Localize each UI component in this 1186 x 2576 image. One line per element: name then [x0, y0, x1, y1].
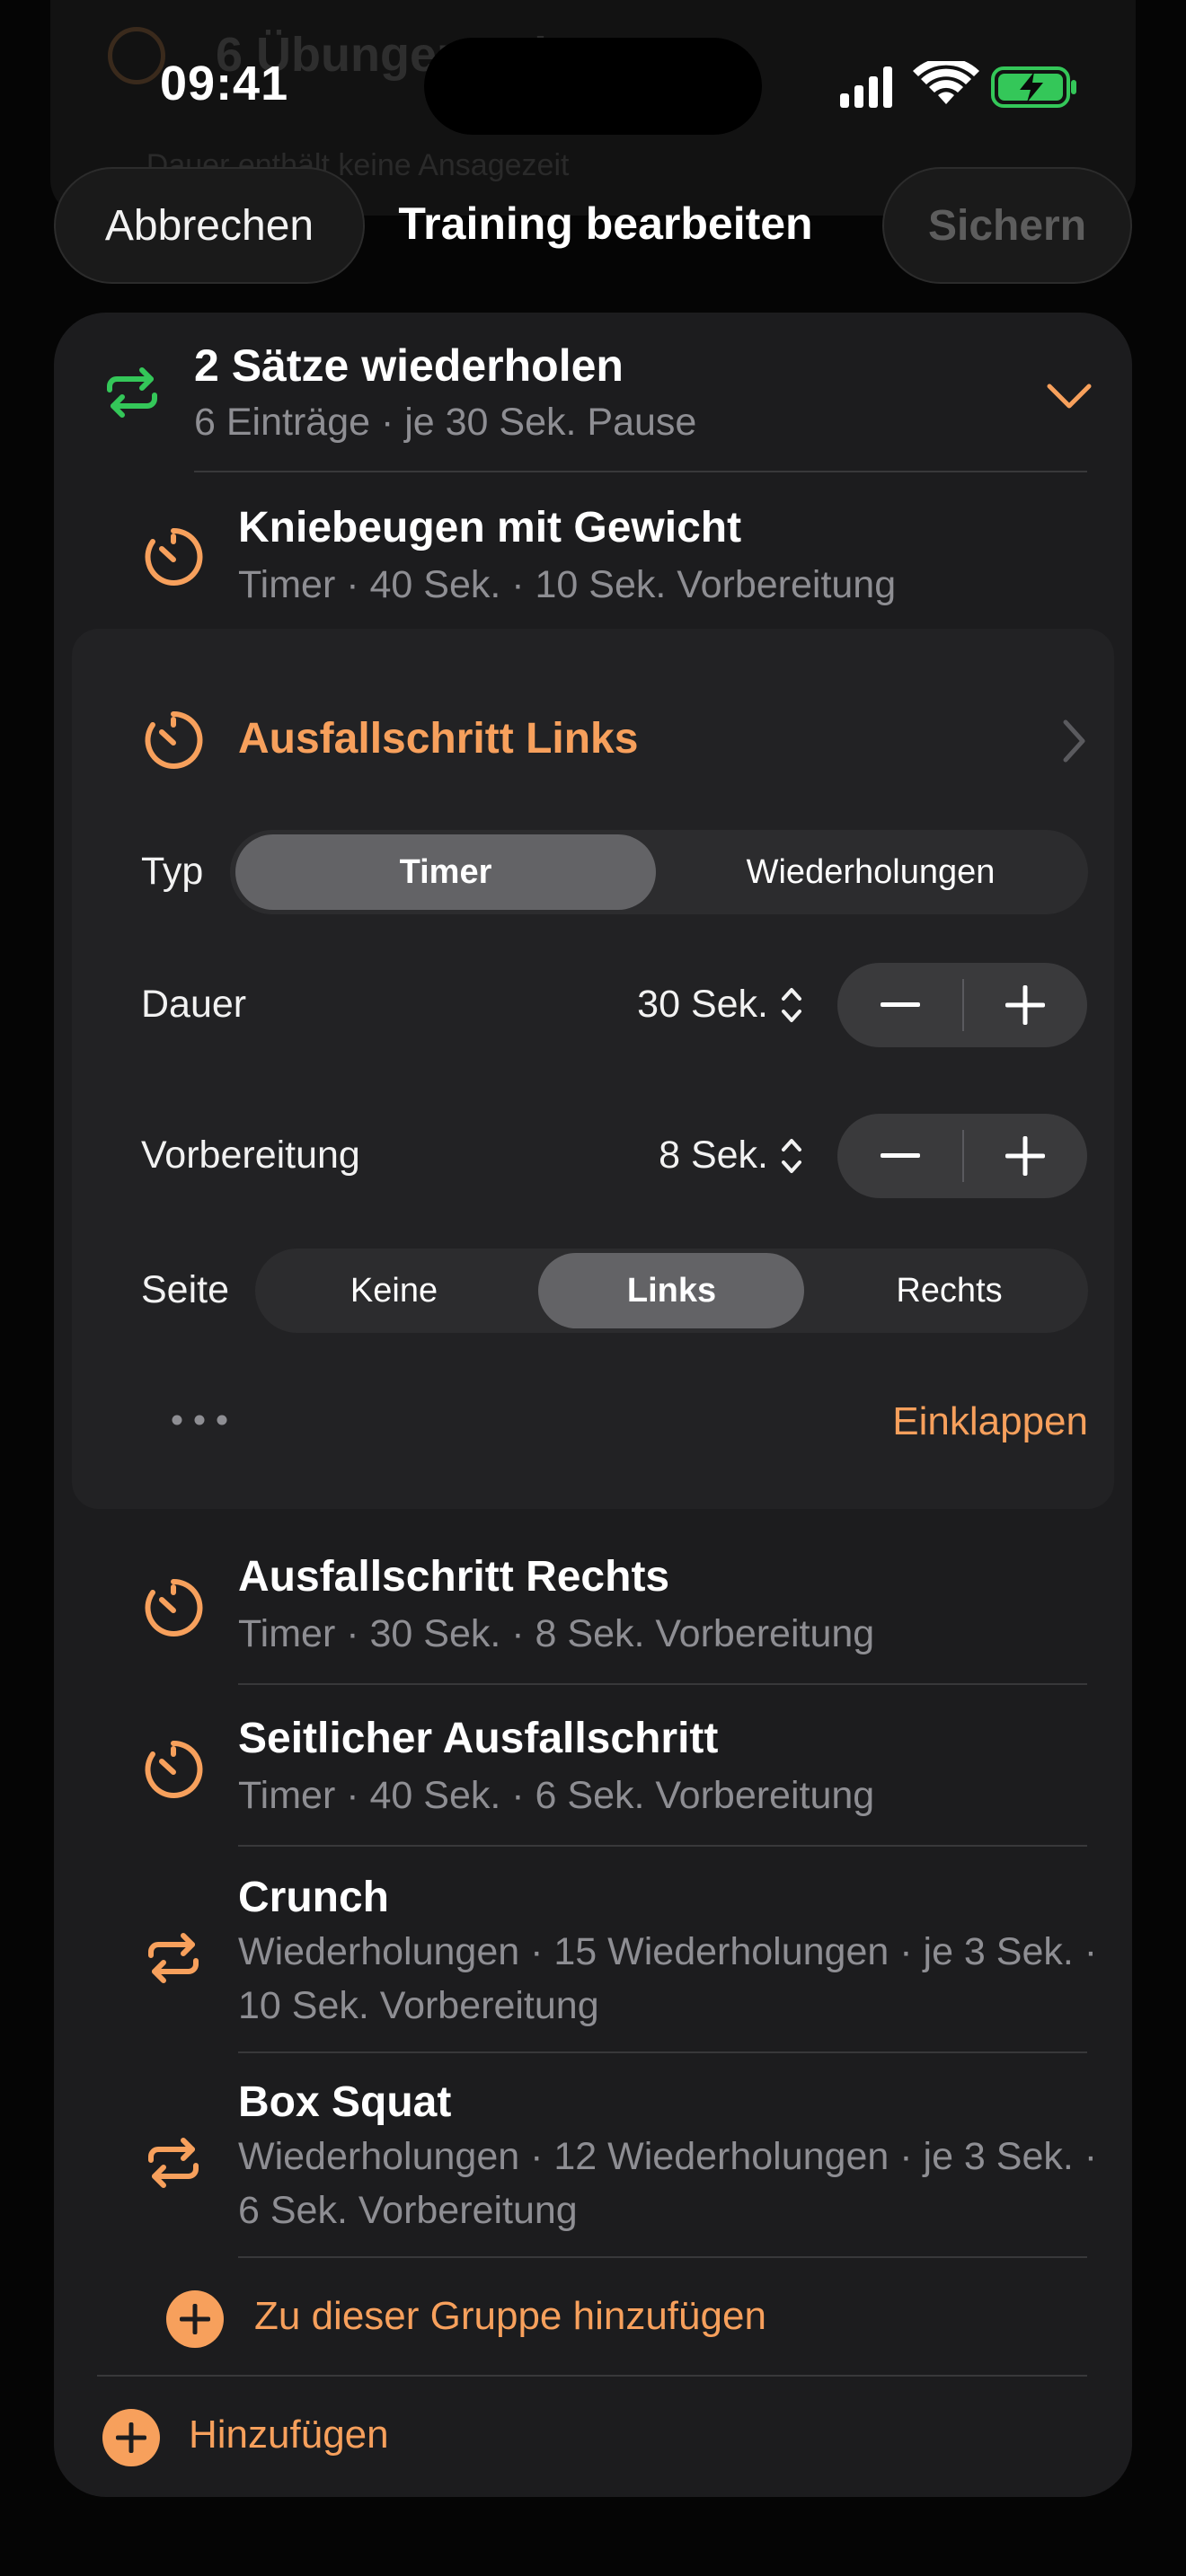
status-icons: [840, 61, 1076, 108]
exercise-title: Kniebeugen mit Gewicht: [238, 504, 742, 551]
signal-icon: [840, 66, 892, 108]
divider: [238, 1683, 1087, 1685]
exercise-row[interactable]: Kniebeugen mit Gewicht Timer · 40 Sek. ·…: [135, 490, 1087, 624]
exercise-title: Box Squat: [238, 2078, 452, 2126]
repeat-icon: [148, 2138, 199, 2188]
divider: [238, 2051, 1087, 2053]
plus-circle-icon: [102, 2409, 160, 2466]
prep-value[interactable]: 8 Sek.: [557, 1134, 768, 1178]
exercise-row[interactable]: Seitlicher Ausfallschritt Timer · 40 Sek…: [135, 1702, 1087, 1846]
minus-icon: [880, 1002, 920, 1007]
timer-icon: [145, 710, 203, 769]
group-subtitle: 6 Einträge · je 30 Sek. Pause: [194, 401, 697, 444]
wifi-icon: [913, 61, 979, 104]
exercise-subtitle: Wiederholungen · 12 Wiederholungen · je …: [238, 2135, 1098, 2232]
plus-button[interactable]: [962, 1114, 1087, 1198]
exercise-title: Seitlicher Ausfallschritt: [238, 1715, 719, 1762]
add-to-group-button[interactable]: Zu dieser Gruppe hinzufügen: [166, 2289, 1083, 2351]
exercise-row[interactable]: Box Squat Wiederholungen · 12 Wiederholu…: [135, 2069, 1097, 2257]
divider: [97, 2375, 1087, 2377]
repeat-icon: [148, 1933, 199, 1983]
type-option-repetitions[interactable]: Wiederholungen: [659, 830, 1082, 914]
battery-icon: [991, 66, 1076, 108]
chevron-down-icon[interactable]: [1046, 381, 1093, 411]
type-segmented-control: Timer Wiederholungen: [230, 830, 1088, 914]
duration-label: Dauer: [141, 983, 247, 1026]
repeat-icon: [107, 367, 157, 418]
more-icon[interactable]: [171, 1414, 228, 1426]
exercise-subtitle: Timer · 40 Sek. · 6 Sek. Vorbereitung: [238, 1774, 875, 1817]
group-title: 2 Sätze wiederholen: [194, 340, 624, 391]
timer-icon: [145, 1578, 203, 1636]
minus-button[interactable]: [837, 963, 962, 1047]
divider: [194, 471, 1087, 472]
timer-icon: [145, 527, 203, 586]
chevron-updown-icon[interactable]: [780, 1135, 803, 1177]
prep-label: Vorbereitung: [141, 1134, 360, 1177]
type-label: Typ: [141, 850, 204, 893]
status-time: 09:41: [160, 57, 289, 110]
side-label: Seite: [141, 1268, 230, 1311]
duration-stepper: [837, 963, 1087, 1047]
exercise-title: Ausfallschritt Rechts: [238, 1553, 670, 1601]
exercise-subtitle: Timer · 40 Sek. · 10 Sek. Vorbereitung: [238, 563, 897, 606]
editor-title[interactable]: Ausfallschritt Links: [238, 714, 638, 763]
timer-icon: [145, 1740, 203, 1798]
divider: [238, 1845, 1087, 1847]
exercise-subtitle: Timer · 30 Sek. · 8 Sek. Vorbereitung: [238, 1612, 875, 1655]
prep-stepper: [837, 1114, 1087, 1198]
save-button[interactable]: Sichern: [882, 167, 1132, 284]
minus-icon: [880, 1153, 920, 1158]
background-timer-icon: [108, 27, 165, 84]
exercise-row[interactable]: Ausfallschritt Rechts Timer · 30 Sek. · …: [135, 1540, 1087, 1684]
plus-circle-icon: [166, 2290, 224, 2348]
side-segmented-control: Keine Links Rechts: [255, 1248, 1088, 1333]
type-option-timer[interactable]: Timer: [235, 830, 656, 914]
chevron-right-icon[interactable]: [1060, 719, 1087, 763]
side-option-left[interactable]: Links: [533, 1248, 810, 1333]
add-label: Hinzufügen: [189, 2413, 389, 2457]
plus-icon: [1005, 1136, 1045, 1176]
collapse-button[interactable]: Einklappen: [809, 1399, 1088, 1444]
plus-button[interactable]: [962, 963, 1087, 1047]
exercise-subtitle: Wiederholungen · 15 Wiederholungen · je …: [238, 1930, 1098, 2027]
side-option-right[interactable]: Rechts: [810, 1248, 1088, 1333]
add-to-group-label: Zu dieser Gruppe hinzufügen: [254, 2294, 766, 2338]
duration-value[interactable]: 30 Sek.: [557, 983, 768, 1027]
divider: [238, 2256, 1087, 2258]
exercise-title: Crunch: [238, 1874, 389, 1921]
side-option-none[interactable]: Keine: [255, 1248, 533, 1333]
exercise-row[interactable]: Crunch Wiederholungen · 15 Wiederholunge…: [135, 1864, 1097, 2052]
minus-button[interactable]: [837, 1114, 962, 1198]
dynamic-island: [424, 38, 762, 135]
add-button[interactable]: Hinzufügen: [102, 2407, 1001, 2470]
chevron-updown-icon[interactable]: [780, 984, 803, 1026]
plus-icon: [1005, 985, 1045, 1025]
